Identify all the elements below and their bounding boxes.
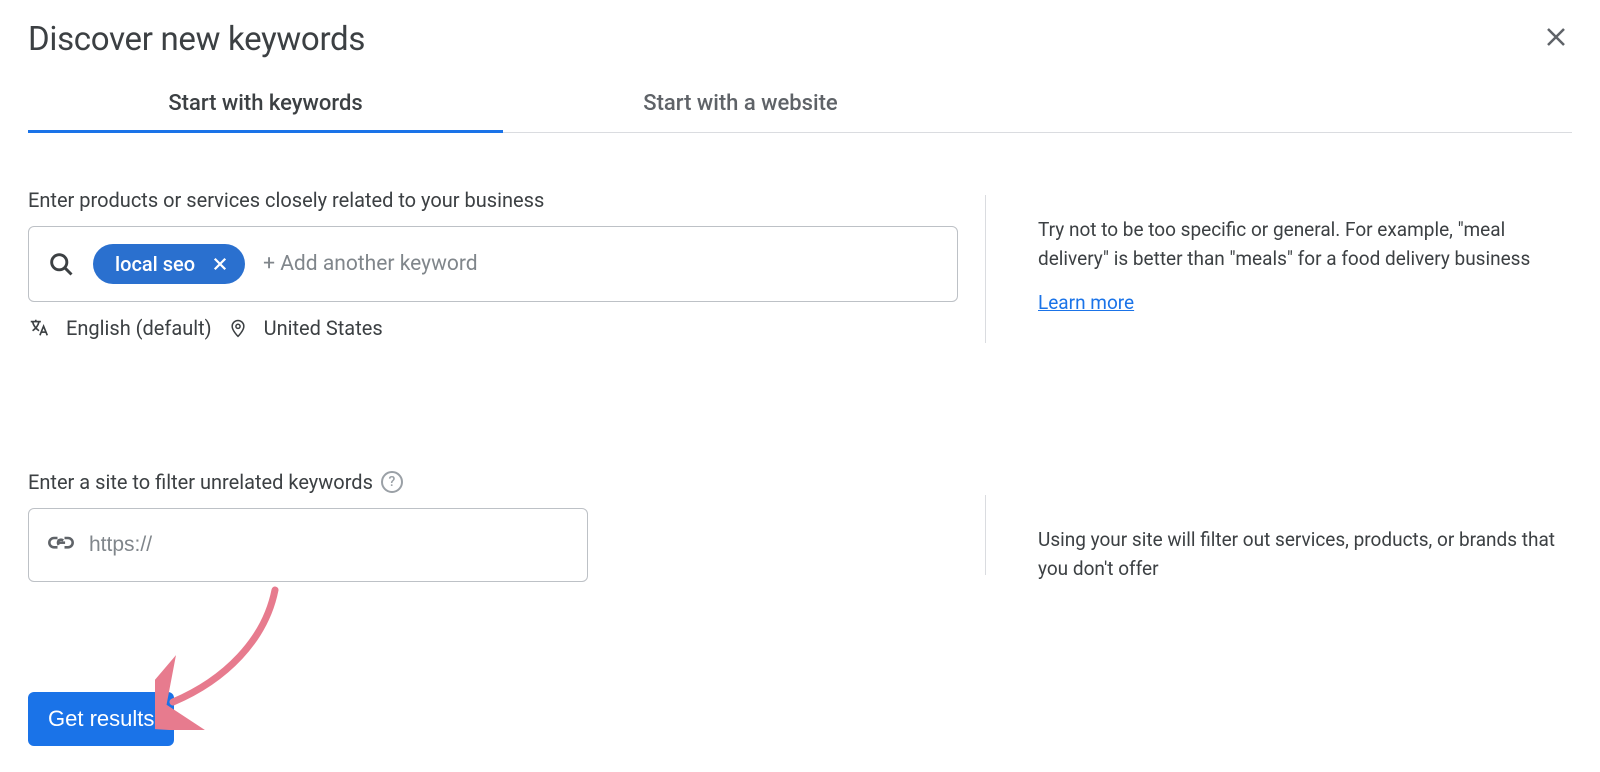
- keyword-input-container[interactable]: local seo + Add another keyword: [28, 226, 958, 302]
- tab-website[interactable]: Start with a website: [503, 77, 978, 132]
- site-field-label: Enter a site to filter unrelated keyword…: [28, 470, 373, 494]
- get-results-button[interactable]: Get results: [28, 692, 174, 746]
- page-title: Discover new keywords: [28, 20, 365, 59]
- close-icon: [211, 255, 229, 273]
- remove-chip-button[interactable]: [209, 253, 231, 275]
- keyword-help-text: Try not to be too specific or general. F…: [1038, 216, 1572, 273]
- site-url-input[interactable]: [89, 533, 569, 557]
- keyword-chip[interactable]: local seo: [93, 244, 245, 284]
- tab-keywords[interactable]: Start with keywords: [28, 77, 503, 132]
- location-selector[interactable]: United States: [264, 316, 383, 340]
- site-help-text: Using your site will filter out services…: [1038, 526, 1572, 583]
- link-icon: [47, 531, 75, 559]
- keyword-chip-label: local seo: [115, 252, 195, 276]
- keyword-field-label: Enter products or services closely relat…: [28, 188, 1008, 212]
- close-button[interactable]: [1540, 21, 1572, 58]
- site-input-container[interactable]: [28, 508, 588, 582]
- location-pin-icon: [228, 318, 248, 338]
- language-selector[interactable]: English (default): [66, 316, 212, 340]
- tabs: Start with keywords Start with a website: [28, 77, 1572, 133]
- add-keyword-placeholder[interactable]: + Add another keyword: [263, 252, 478, 276]
- help-icon[interactable]: ?: [381, 471, 403, 493]
- language-icon: [28, 317, 50, 339]
- learn-more-link[interactable]: Learn more: [1038, 291, 1134, 314]
- search-icon: [47, 250, 75, 278]
- close-icon: [1544, 25, 1568, 49]
